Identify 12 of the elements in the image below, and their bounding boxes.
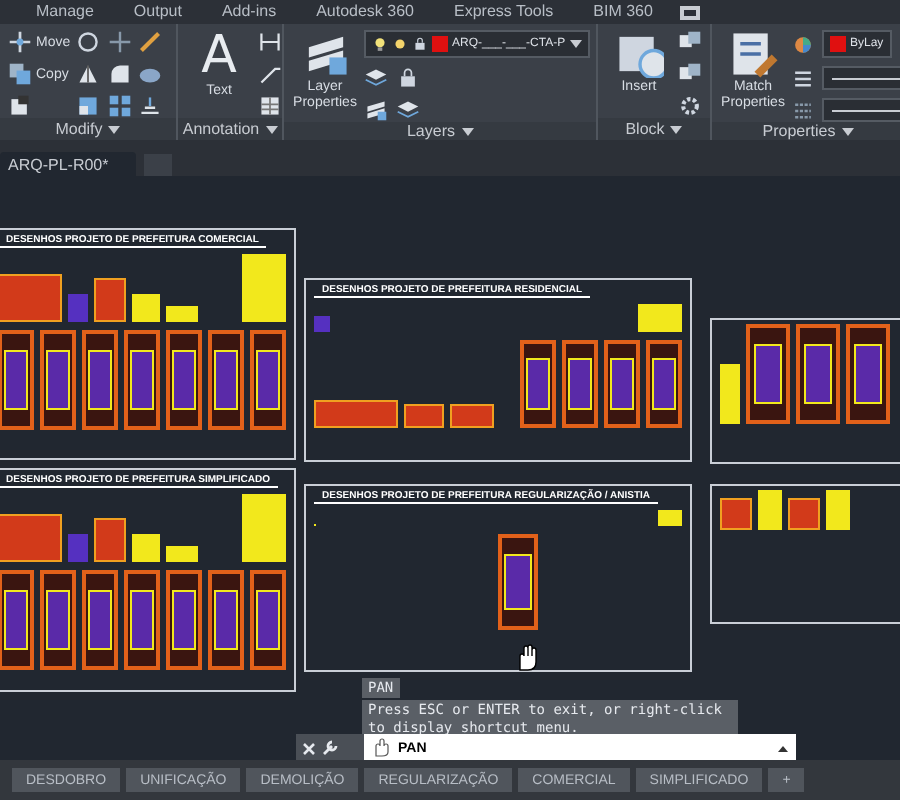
panel-title[interactable]: Annotation: [178, 118, 282, 140]
panel-title[interactable]: Block: [598, 118, 710, 140]
panel-title[interactable]: Modify: [0, 118, 176, 140]
panel-title[interactable]: Layers: [284, 122, 596, 140]
ribbon-tab[interactable]: Manage: [16, 0, 114, 24]
ribbon-tab[interactable]: Autodesk 360: [296, 0, 434, 24]
panel-title[interactable]: Properties: [712, 122, 900, 140]
ribbon-tab[interactable]: Add-ins: [201, 0, 297, 24]
ribbon-tab[interactable]: BIM 360: [573, 0, 673, 24]
ribbon-tab[interactable]: Output: [113, 0, 202, 24]
ribbon-tab[interactable]: Express Tools: [434, 0, 574, 24]
file-tab[interactable]: ARQ-PL-R00*: [0, 152, 137, 176]
